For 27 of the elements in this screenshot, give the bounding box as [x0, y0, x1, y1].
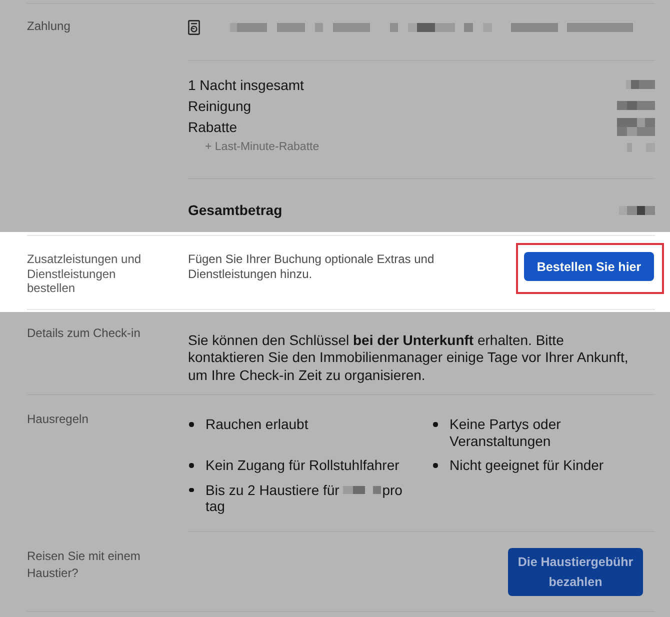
section-label: Reisen Sie mit einem Haustier?	[27, 548, 142, 582]
description-text: Fügen Sie Ihrer Buchung optionale Extras und Dienstleistungen hinzu.	[188, 252, 436, 281]
rule-text: tag	[206, 498, 225, 514]
bullet-icon	[433, 422, 438, 426]
total-label: Gesamtbetrag	[188, 202, 282, 218]
price-label: 1 Nacht insgesamt	[188, 76, 304, 92]
bullet-icon	[433, 463, 438, 468]
rule-text: Nicht geeignet für Kinder	[450, 457, 604, 473]
discount-label: + Last-Minute-Rabatte	[205, 141, 320, 153]
section-label: Details zum Check-in	[27, 324, 142, 340]
section-label: Zahlung	[27, 18, 72, 34]
rule-text: pro	[382, 482, 402, 498]
price-label: Rabatte	[188, 118, 238, 134]
section-label: Zusatzleistungen und Dienstleistungen bestellen	[27, 252, 142, 296]
price-label: Reinigung	[188, 98, 252, 114]
rule-text: Bis zu 2 Haustiere für	[206, 482, 340, 498]
checkin-text: Sie können den Schlüssel bei der Unterkunft erhalten. Bitte kontaktieren Sie den Immobilienmanager einige Tage vor Ihrer Ankunft, um Ihre Check-in Zeit zu organisieren.	[188, 332, 630, 384]
rule-text: Kein Zugang für Rollstuhlfahrer	[206, 457, 400, 473]
order-button[interactable]: Bestellen Sie hier	[524, 252, 654, 281]
bullet-icon	[189, 463, 194, 468]
pay-pet-fee-button[interactable]: Die Haustiergebühr bezahlen	[508, 548, 643, 596]
bullet-icon	[189, 422, 194, 426]
section-label: Hausregeln	[27, 411, 90, 427]
document-icon	[188, 20, 200, 34]
rule-text: Rauchen erlaubt	[206, 416, 308, 432]
bullet-icon	[189, 488, 194, 492]
rule-text: Keine Partys oder Veranstaltungen	[450, 416, 561, 448]
